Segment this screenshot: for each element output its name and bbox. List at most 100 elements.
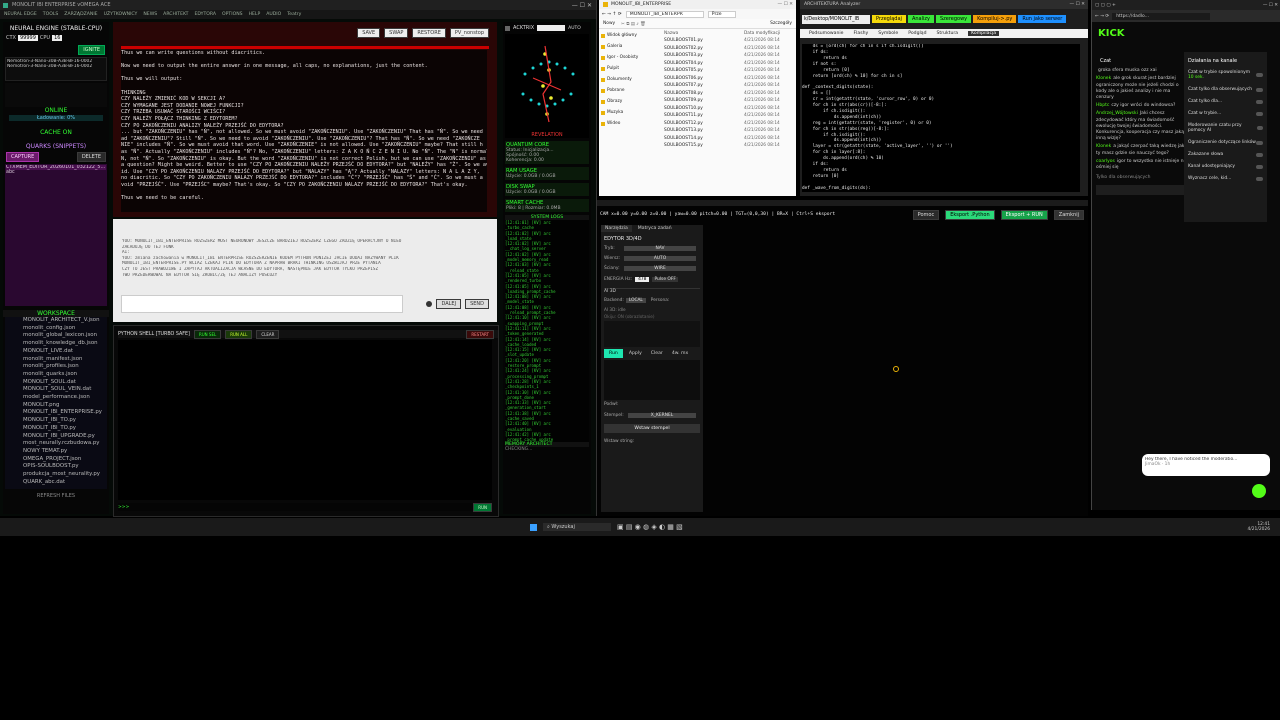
channel-action-item[interactable]: Moderowanie czatu przy pomocy AI — [1188, 123, 1263, 133]
search-field[interactable]: Prze — [707, 10, 736, 18]
export-python-button[interactable]: Eksport .Python — [945, 209, 995, 220]
prompt-input[interactable] — [121, 295, 403, 313]
nav-item[interactable]: Obrazy — [601, 96, 656, 107]
workspace-item[interactable]: MONOLIT_IBI_TO.py — [5, 417, 107, 425]
file-row[interactable]: SOULBOOST09.py 4/21/2026 08:14 — [659, 97, 794, 105]
editor-path[interactable]: k/Desktop/MONOLIT_IB — [802, 14, 870, 24]
ignite-button[interactable]: IGNITE — [78, 45, 105, 55]
url-bar[interactable]: https://dadlo... — [1112, 12, 1211, 20]
stop-icon[interactable] — [426, 301, 433, 307]
code-view[interactable]: ds = [ord(ch) for ch in s if ch.isdigit(… — [802, 44, 1080, 192]
shell-run-button[interactable]: RUN — [473, 502, 492, 512]
snippet-item[interactable]: CTXMEM_EDITOR_20260101_032122_500 — [6, 165, 106, 170]
run-all-button[interactable]: RUN ALL — [225, 329, 253, 339]
workspace-item[interactable]: MONOLIT_IBI_ENTERPRISE.py — [5, 409, 107, 417]
delete-button[interactable]: DELETE — [76, 152, 106, 162]
toggle-icon[interactable] — [1256, 152, 1263, 157]
tab-narzedzia[interactable]: Narzędzia — [601, 225, 632, 232]
workspace-item[interactable]: monolit_manifest.json — [5, 356, 107, 364]
toggle-icon[interactable] — [1256, 164, 1263, 169]
editor-tab[interactable]: Struktura — [937, 31, 959, 36]
chat-user[interactable]: Hbptc — [1096, 103, 1109, 108]
toolbar-icons[interactable]: ✂ ⧉ ▤ ⤴ 🗑 — [621, 21, 646, 27]
dalej-button[interactable]: DALEJ — [436, 299, 462, 309]
menu-item[interactable]: EDYTORA — [194, 12, 216, 17]
toggle-icon[interactable] — [1256, 176, 1263, 181]
toggle-icon[interactable] — [1256, 73, 1263, 77]
file-row[interactable]: SOULBOOST10.py 4/21/2026 08:14 — [659, 105, 794, 113]
run-sel-button[interactable]: RUN SEL — [193, 329, 222, 339]
channel-action-item[interactable]: Zakazane słowa — [1188, 152, 1263, 157]
toggle-icon[interactable] — [1256, 140, 1263, 145]
window-controls-icon[interactable]: — ☐ ✕ — [1070, 2, 1085, 7]
nav-item[interactable]: Igor - Osobisty — [601, 52, 656, 63]
kick-logo[interactable]: KICK — [1098, 28, 1125, 39]
file-row[interactable]: SOULBOOST12.py 4/21/2026 08:14 — [659, 120, 794, 128]
analizy-button[interactable]: Analizy — [907, 15, 934, 23]
chat-user[interactable]: Klonek — [1096, 144, 1111, 149]
file-row[interactable]: SOULBOOST05.py 4/21/2026 08:14 — [659, 67, 794, 75]
workspace-item[interactable]: OPIS-SOULBOOST.py — [5, 463, 107, 471]
workspace-item[interactable]: monolit_knowledge_db.json — [5, 340, 107, 348]
menu-item[interactable]: ARCHITEKT — [163, 12, 188, 17]
taskbar-date[interactable]: 4/21/2026 — [1247, 527, 1270, 532]
window-controls-icon[interactable]: — ☐ ✕ — [1263, 3, 1278, 8]
workspace-item[interactable]: MONOLIT_SOUL.dat — [5, 379, 107, 387]
taskbar-apps-icon[interactable]: ▣ ▤ ◉ ◍ ◈ ◐ ▦ ▧ — [617, 523, 683, 531]
file-row[interactable]: SOULBOOST08.py 4/21/2026 08:14 — [659, 90, 794, 98]
nav-item[interactable]: Pulpit — [601, 63, 656, 74]
window-controls-icon[interactable]: — ☐ ✕ — [778, 2, 793, 7]
nav-arrows-icon[interactable]: ← → ⟳ — [1095, 14, 1109, 19]
workspace-item[interactable]: produkcja_most_neurality.py — [5, 471, 107, 479]
sciany-select[interactable]: WIRE — [624, 266, 696, 271]
close-button[interactable]: Zamknij — [1053, 209, 1084, 220]
channel-action-item[interactable]: Czat tylko dla... — [1188, 99, 1263, 104]
clear-button[interactable]: Clear — [648, 349, 666, 358]
workspace-item[interactable]: monolit_config.json — [5, 325, 107, 333]
workspace-item[interactable]: MONOLIT_SOUL_VEIN.dat — [5, 386, 107, 394]
editor-tab-active[interactable]: Kompilacja — [968, 31, 1000, 36]
channel-action-item[interactable]: Kanał udostępniający — [1188, 164, 1263, 169]
ai-prompt-input[interactable] — [604, 321, 700, 347]
workspace-item[interactable]: monolit_quarks.json — [5, 371, 107, 379]
tryb-select[interactable]: NAV — [624, 246, 696, 251]
file-row[interactable]: SOULBOOST14.py 4/21/2026 08:14 — [659, 135, 794, 143]
tab-matryca[interactable]: Matryca zadań — [634, 225, 676, 232]
toast-notification[interactable]: Hey there, I have noticed the moderatio.… — [1142, 454, 1270, 476]
channel-action-item[interactable]: Ograniczenie dotyczące linków — [1188, 140, 1263, 145]
energy-input[interactable]: 478 — [635, 277, 650, 282]
przegladaj-button[interactable]: Przeglądaj — [872, 15, 906, 23]
workspace-item[interactable]: MONOLIT.png — [5, 402, 107, 410]
save-button[interactable]: SAVE — [357, 28, 381, 38]
file-row[interactable]: SOULBOOST03.py 4/21/2026 08:14 — [659, 52, 794, 60]
address-bar[interactable]: MONOLIT_IBI_ENTERPR — [625, 10, 704, 18]
menu-item[interactable]: NEWS — [143, 12, 157, 17]
toggle-icon[interactable] — [1256, 87, 1263, 92]
workspace-item[interactable]: MONOLIT_LIVE.dat — [5, 348, 107, 356]
restore-button[interactable]: RESTORE — [412, 28, 446, 38]
restart-button[interactable]: RESTART — [466, 329, 494, 339]
workspace-item[interactable]: QUARK_abc.dat — [5, 479, 107, 487]
export-run-button[interactable]: Eksport + RUN — [1000, 209, 1048, 220]
menu-item[interactable]: TOOLS — [43, 12, 59, 17]
workspace-item[interactable]: MONOLIT_IBI_UPGRADE.py — [5, 433, 107, 441]
col-name[interactable]: Nazwa — [659, 31, 744, 36]
chat-input[interactable] — [1096, 185, 1188, 196]
channel-action-item[interactable]: Czat w trybie spowolnionym 10 sek. — [1188, 70, 1263, 80]
menu-item[interactable]: HELP — [249, 12, 261, 17]
menu-item[interactable]: ZARZĄDZANIE — [64, 12, 97, 17]
col-date[interactable]: Data modyfikacji — [744, 31, 780, 36]
workspace-item[interactable]: most_neurally.rczbudowa.py — [5, 440, 107, 448]
file-row[interactable]: SOULBOOST13.py 4/21/2026 08:14 — [659, 127, 794, 135]
nav-item[interactable]: Muzyka — [601, 107, 656, 118]
checkbox-icon[interactable] — [505, 25, 510, 31]
nav-item[interactable]: Galeria — [601, 41, 656, 52]
acktrix-input[interactable] — [537, 25, 566, 31]
workspace-item[interactable]: MONOLIT_IBI_TO.py — [5, 425, 107, 433]
run-button[interactable]: Run — [604, 349, 623, 358]
run-server-button[interactable]: Run jako serwer — [1018, 15, 1067, 23]
start-icon[interactable] — [530, 523, 537, 531]
file-row[interactable]: SOULBOOST11.py 4/21/2026 08:14 — [659, 112, 794, 120]
window-controls-icon[interactable]: — ☐ ✕ — [572, 2, 592, 9]
szeregowy-button[interactable]: Szeregowy — [935, 15, 972, 23]
